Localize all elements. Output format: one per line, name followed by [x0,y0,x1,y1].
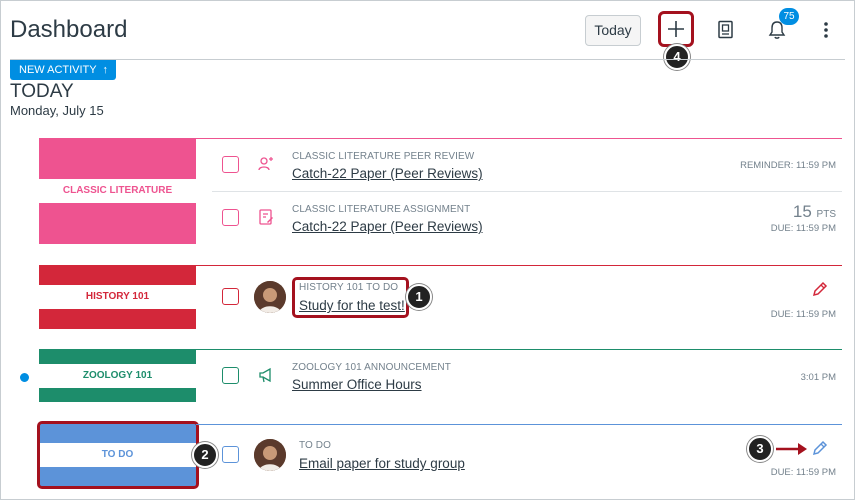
edit-pencil-icon[interactable] [811,440,829,458]
item-due: DUE: 11:59 PM [770,309,836,320]
avatar [254,281,286,313]
course-name: CLASSIC LITERATURE [39,179,196,203]
item-title-link[interactable]: Catch-22 Paper (Peer Reviews) [292,166,483,181]
new-activity-label: NEW ACTIVITY [19,64,97,76]
group-divider [196,138,842,139]
arrow-up-icon: ↑ [99,64,109,76]
callout-1: 1 [406,284,432,310]
item-type-label: CLASSIC LITERATURE ASSIGNMENT [292,204,471,215]
complete-checkbox[interactable] [222,367,239,384]
announcement-icon [259,367,271,383]
highlight-box [37,421,199,489]
item-points: 15 PTS [793,202,836,222]
kebab-menu-icon [824,22,828,38]
course-name: ZOOLOGY 101 [39,364,196,388]
points-value: 15 [792,202,812,221]
callout-arrow [776,443,807,455]
group-divider [196,265,842,266]
header-divider [10,59,845,60]
item-type-label: TO DO [299,440,331,451]
item-type-label: ZOOLOGY 101 ANNOUNCEMENT [292,362,451,373]
more-options-button[interactable] [815,16,837,44]
callout-4: 4 [664,44,690,70]
grades-button[interactable] [712,16,740,44]
points-unit: PTS [816,209,836,220]
item-due: DUE: 11:59 PM [770,467,836,478]
complete-checkbox[interactable] [222,446,239,463]
course-name: HISTORY 101 [39,285,196,309]
item-due: REMINDER: 11:59 PM [740,160,836,171]
unread-indicator [20,373,29,382]
grades-icon [718,20,733,39]
callout-2: 2 [192,442,218,468]
item-divider [212,191,842,192]
peer-review-icon [258,157,273,171]
item-due: DUE: 11:59 PM [770,223,836,234]
group-divider [196,349,842,350]
today-button[interactable]: Today [585,15,641,46]
complete-checkbox[interactable] [222,156,239,173]
course-card-zoology-101[interactable]: ZOOLOGY 101 [39,349,196,402]
complete-checkbox[interactable] [222,288,239,305]
assignment-icon [259,209,273,225]
notification-count-badge: 75 [779,8,799,25]
add-todo-button[interactable] [658,11,694,47]
plus-icon [668,21,684,37]
course-card-classic-literature[interactable]: CLASSIC LITERATURE [39,138,196,244]
item-title-link[interactable]: Email paper for study group [299,456,465,471]
callout-3: 3 [747,436,773,462]
group-divider [196,424,842,425]
avatar [254,439,286,471]
day-heading: TODAY [10,81,74,102]
item-time: 3:01 PM [800,372,836,383]
new-activity-button[interactable]: NEW ACTIVITY ↑ [10,60,117,80]
complete-checkbox[interactable] [222,209,239,226]
page-title: Dashboard [10,16,128,43]
date-subheading: Monday, July 15 [10,103,104,118]
item-title-link[interactable]: Summer Office Hours [292,377,422,392]
highlight-box [292,277,409,318]
item-title-link[interactable]: Catch-22 Paper (Peer Reviews) [292,219,483,234]
item-type-label: CLASSIC LITERATURE PEER REVIEW [292,151,475,162]
course-card-history-101[interactable]: HISTORY 101 [39,265,196,329]
edit-pencil-icon[interactable] [811,281,829,299]
